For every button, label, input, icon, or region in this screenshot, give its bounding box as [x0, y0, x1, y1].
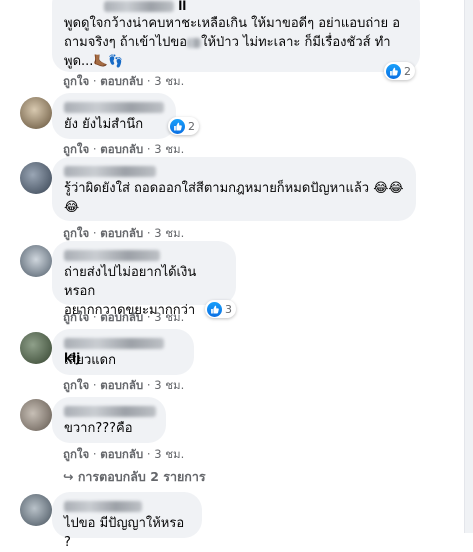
avatar[interactable] [20, 245, 52, 277]
comment-bubble: รู้ว่าผิดยังใส่ ถอดออกใส่สีตามกฎหมายก็หม… [52, 157, 416, 221]
comment-text: รู้ว่าผิดยังใส่ ถอดออกใส่สีตามกฎหมายก็หม… [64, 181, 404, 215]
scrollbar[interactable] [464, 0, 473, 533]
timestamp[interactable]: 3 ชม. [154, 74, 184, 88]
author-name[interactable] [64, 248, 224, 263]
comment-bubble: ขวาก???คือ [52, 397, 166, 443]
author-name[interactable] [64, 499, 190, 514]
comment-bubble: ll พูดดูใจกว้างน่าคบหาชะเหลือเกิน ให้มาข… [52, 0, 420, 72]
avatar[interactable] [20, 97, 52, 129]
comment-bubble: kij เสียวแดก [52, 329, 194, 375]
comment-bubble: ยัง ยังไม่สำนึก [52, 93, 176, 139]
comment-meta: ถูกใจ · ตอบกลับ · 3 ชม. [63, 74, 185, 88]
author-name[interactable]: kij [64, 336, 182, 365]
view-replies-link[interactable]: ↪ การตอบกลับ 2 รายการ [63, 467, 206, 487]
timestamp[interactable]: 3 ชม. [154, 142, 184, 156]
comment-text: เสียวแดก [64, 353, 116, 368]
reply-link[interactable]: ตอบกลับ [100, 142, 143, 156]
author-name[interactable] [64, 164, 404, 179]
like-reaction-icon [170, 118, 185, 134]
reply-link[interactable]: ตอบกลับ [100, 310, 143, 324]
timestamp[interactable]: 3 ชม. [154, 447, 184, 461]
author-name[interactable]: ll [64, 0, 408, 14]
reaction-count[interactable]: 2 [168, 117, 199, 135]
reply-link[interactable]: ตอบกลับ [100, 74, 143, 88]
like-link[interactable]: ถูกใจ [63, 226, 89, 240]
reaction-count[interactable]: 2 [384, 62, 415, 80]
like-link[interactable]: ถูกใจ [63, 142, 89, 156]
comment-meta: ถูกใจ · ตอบกลับ · 3 ชม. [63, 226, 185, 240]
comment-bubble: ถ่ายส่งไปไม่อยากได้เงินหรอก อยากกวาดขยะม… [52, 241, 236, 318]
timestamp[interactable]: 3 ชม. [154, 310, 184, 324]
comment-meta: ถูกใจ · ตอบกลับ · 3 ชม. [63, 142, 185, 156]
reply-link[interactable]: ตอบกลับ [100, 378, 143, 392]
like-reaction-icon [207, 301, 222, 317]
like-reaction-icon [386, 63, 401, 79]
author-name[interactable] [64, 100, 164, 115]
comment-meta: ถูกใจ · ตอบกลับ · 3 ชม. [63, 447, 185, 461]
comment-text: พูดดูใจกว้างน่าคบหาชะเหลือเกิน ให้มาขอดี… [64, 16, 401, 69]
like-link[interactable]: ถูกใจ [63, 310, 89, 324]
like-link[interactable]: ถูกใจ [63, 447, 89, 461]
avatar[interactable] [20, 494, 52, 526]
timestamp[interactable]: 3 ชม. [154, 378, 184, 392]
feet-emoji-icon: 🦶🏾👣 [93, 54, 124, 68]
comment-text: ยัง ยังไม่สำนึก [64, 117, 144, 132]
like-link[interactable]: ถูกใจ [63, 378, 89, 392]
like-link[interactable]: ถูกใจ [63, 74, 89, 88]
reply-link[interactable]: ตอบกลับ [100, 226, 143, 240]
timestamp[interactable]: 3 ชม. [154, 226, 184, 240]
reply-link[interactable]: ตอบกลับ [100, 447, 143, 461]
avatar[interactable] [20, 399, 52, 431]
comment-bubble: ไปขอ มีปัญญาให้หรอ ? [52, 492, 202, 550]
author-name[interactable] [64, 404, 156, 419]
comment-meta: ถูกใจ · ตอบกลับ · 3 ชม. [63, 310, 185, 324]
reaction-count[interactable]: 3 [205, 300, 236, 318]
avatar[interactable] [20, 162, 52, 194]
comment-meta: ถูกใจ · ตอบกลับ · 3 ชม. [63, 378, 185, 392]
avatar[interactable] [20, 332, 52, 364]
comment-text: ไปขอ มีปัญญาให้หรอ ? [64, 516, 185, 550]
comment-text: ขวาก???คือ [64, 421, 133, 436]
